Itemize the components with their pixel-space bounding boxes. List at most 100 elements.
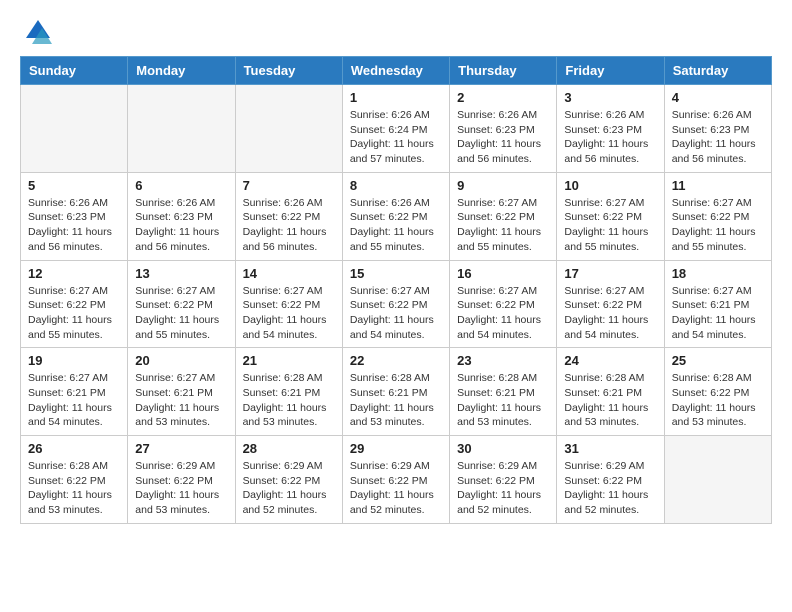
calendar-cell: 26 Sunrise: 6:28 AM Sunset: 6:22 PM Dayli… <box>21 436 128 524</box>
day-info: Sunrise: 6:27 AM Sunset: 6:21 PM Dayligh… <box>135 371 227 430</box>
calendar-cell: 20 Sunrise: 6:27 AM Sunset: 6:21 PM Dayli… <box>128 348 235 436</box>
day-number: 24 <box>564 353 656 368</box>
calendar-cell: 3 Sunrise: 6:26 AM Sunset: 6:23 PM Daylig… <box>557 85 664 173</box>
calendar-cell: 23 Sunrise: 6:28 AM Sunset: 6:21 PM Dayli… <box>450 348 557 436</box>
day-number: 14 <box>243 266 335 281</box>
day-number: 11 <box>672 178 764 193</box>
day-info: Sunrise: 6:28 AM Sunset: 6:22 PM Dayligh… <box>672 371 764 430</box>
day-info: Sunrise: 6:26 AM Sunset: 6:23 PM Dayligh… <box>672 108 764 167</box>
calendar-cell <box>128 85 235 173</box>
day-info: Sunrise: 6:27 AM Sunset: 6:21 PM Dayligh… <box>28 371 120 430</box>
day-info: Sunrise: 6:27 AM Sunset: 6:21 PM Dayligh… <box>672 284 764 343</box>
calendar-cell <box>664 436 771 524</box>
calendar-cell: 15Sunrise: 6:27 AM Sunset: 6:22 PM Dayli… <box>342 260 449 348</box>
day-info: Sunrise: 6:27 AM Sunset: 6:22 PM Dayligh… <box>350 284 442 343</box>
calendar-cell: 11 Sunrise: 6:27 AM Sunset: 6:22 PM Dayli… <box>664 172 771 260</box>
calendar-cell <box>235 85 342 173</box>
day-number: 17 <box>564 266 656 281</box>
calendar-cell: 17 Sunrise: 6:27 AM Sunset: 6:22 PM Dayli… <box>557 260 664 348</box>
day-info: Sunrise: 6:28 AM Sunset: 6:21 PM Dayligh… <box>457 371 549 430</box>
day-number: 28 <box>243 441 335 456</box>
day-info: Sunrise: 6:26 AM Sunset: 6:23 PM Dayligh… <box>28 196 120 255</box>
day-info: Sunrise: 6:28 AM Sunset: 6:21 PM Dayligh… <box>350 371 442 430</box>
calendar-cell: 10 Sunrise: 6:27 AM Sunset: 6:22 PM Dayli… <box>557 172 664 260</box>
calendar-cell: 21 Sunrise: 6:28 AM Sunset: 6:21 PM Dayli… <box>235 348 342 436</box>
day-number: 6 <box>135 178 227 193</box>
day-info: Sunrise: 6:29 AM Sunset: 6:22 PM Dayligh… <box>457 459 549 518</box>
calendar-day-header: Friday <box>557 57 664 85</box>
calendar-day-header: Wednesday <box>342 57 449 85</box>
calendar-day-header: Saturday <box>664 57 771 85</box>
day-info: Sunrise: 6:27 AM Sunset: 6:22 PM Dayligh… <box>564 284 656 343</box>
calendar-cell: 22 Sunrise: 6:28 AM Sunset: 6:21 PM Dayli… <box>342 348 449 436</box>
day-info: Sunrise: 6:29 AM Sunset: 6:22 PM Dayligh… <box>350 459 442 518</box>
calendar-cell: 24 Sunrise: 6:28 AM Sunset: 6:21 PM Dayli… <box>557 348 664 436</box>
logo-icon <box>24 18 52 46</box>
day-number: 5 <box>28 178 120 193</box>
page-header <box>0 0 792 56</box>
calendar-table: SundayMondayTuesdayWednesdayThursdayFrid… <box>20 56 772 524</box>
calendar-cell: 8 Sunrise: 6:26 AM Sunset: 6:22 PM Daylig… <box>342 172 449 260</box>
day-number: 3 <box>564 90 656 105</box>
day-info: Sunrise: 6:27 AM Sunset: 6:22 PM Dayligh… <box>457 284 549 343</box>
day-info: Sunrise: 6:26 AM Sunset: 6:22 PM Dayligh… <box>350 196 442 255</box>
day-number: 30 <box>457 441 549 456</box>
day-info: Sunrise: 6:27 AM Sunset: 6:22 PM Dayligh… <box>564 196 656 255</box>
calendar-day-header: Thursday <box>450 57 557 85</box>
day-info: Sunrise: 6:27 AM Sunset: 6:22 PM Dayligh… <box>28 284 120 343</box>
day-number: 20 <box>135 353 227 368</box>
calendar-cell: 4 Sunrise: 6:26 AM Sunset: 6:23 PM Daylig… <box>664 85 771 173</box>
day-info: Sunrise: 6:27 AM Sunset: 6:22 PM Dayligh… <box>135 284 227 343</box>
day-info: Sunrise: 6:28 AM Sunset: 6:22 PM Dayligh… <box>28 459 120 518</box>
calendar-cell: 19 Sunrise: 6:27 AM Sunset: 6:21 PM Dayli… <box>21 348 128 436</box>
week-row: 19 Sunrise: 6:27 AM Sunset: 6:21 PM Dayli… <box>21 348 772 436</box>
calendar-cell: 18 Sunrise: 6:27 AM Sunset: 6:21 PM Dayli… <box>664 260 771 348</box>
calendar-cell: 27Sunrise: 6:29 AM Sunset: 6:22 PM Dayli… <box>128 436 235 524</box>
week-row: 5 Sunrise: 6:26 AM Sunset: 6:23 PM Daylig… <box>21 172 772 260</box>
day-info: Sunrise: 6:27 AM Sunset: 6:22 PM Dayligh… <box>672 196 764 255</box>
week-row: 12 Sunrise: 6:27 AM Sunset: 6:22 PM Dayli… <box>21 260 772 348</box>
day-number: 26 <box>28 441 120 456</box>
calendar-cell: 12 Sunrise: 6:27 AM Sunset: 6:22 PM Dayli… <box>21 260 128 348</box>
day-number: 16 <box>457 266 549 281</box>
day-info: Sunrise: 6:26 AM Sunset: 6:23 PM Dayligh… <box>564 108 656 167</box>
calendar-cell: 16 Sunrise: 6:27 AM Sunset: 6:22 PM Dayli… <box>450 260 557 348</box>
day-info: Sunrise: 6:26 AM Sunset: 6:23 PM Dayligh… <box>457 108 549 167</box>
calendar-cell: 30 Sunrise: 6:29 AM Sunset: 6:22 PM Dayli… <box>450 436 557 524</box>
calendar-cell: 13 Sunrise: 6:27 AM Sunset: 6:22 PM Dayli… <box>128 260 235 348</box>
day-number: 1 <box>350 90 442 105</box>
day-number: 23 <box>457 353 549 368</box>
day-info: Sunrise: 6:29 AM Sunset: 6:22 PM Dayligh… <box>135 459 227 518</box>
day-number: 22 <box>350 353 442 368</box>
week-row: 26 Sunrise: 6:28 AM Sunset: 6:22 PM Dayli… <box>21 436 772 524</box>
day-info: Sunrise: 6:26 AM Sunset: 6:22 PM Dayligh… <box>243 196 335 255</box>
day-number: 13 <box>135 266 227 281</box>
day-number: 29 <box>350 441 442 456</box>
calendar-cell: 6Sunrise: 6:26 AM Sunset: 6:23 PM Daylig… <box>128 172 235 260</box>
day-info: Sunrise: 6:29 AM Sunset: 6:22 PM Dayligh… <box>564 459 656 518</box>
calendar-day-header: Monday <box>128 57 235 85</box>
day-number: 8 <box>350 178 442 193</box>
calendar-cell: 2 Sunrise: 6:26 AM Sunset: 6:23 PM Daylig… <box>450 85 557 173</box>
day-info: Sunrise: 6:26 AM Sunset: 6:24 PM Dayligh… <box>350 108 442 167</box>
day-number: 2 <box>457 90 549 105</box>
day-number: 19 <box>28 353 120 368</box>
day-info: Sunrise: 6:28 AM Sunset: 6:21 PM Dayligh… <box>243 371 335 430</box>
calendar-cell: 31 Sunrise: 6:29 AM Sunset: 6:22 PM Dayli… <box>557 436 664 524</box>
day-number: 25 <box>672 353 764 368</box>
calendar-day-header: Tuesday <box>235 57 342 85</box>
day-number: 18 <box>672 266 764 281</box>
day-info: Sunrise: 6:27 AM Sunset: 6:22 PM Dayligh… <box>457 196 549 255</box>
calendar-cell <box>21 85 128 173</box>
calendar-wrapper: SundayMondayTuesdayWednesdayThursdayFrid… <box>0 56 792 534</box>
day-number: 4 <box>672 90 764 105</box>
day-number: 9 <box>457 178 549 193</box>
day-number: 31 <box>564 441 656 456</box>
day-number: 21 <box>243 353 335 368</box>
calendar-cell: 7Sunrise: 6:26 AM Sunset: 6:22 PM Daylig… <box>235 172 342 260</box>
day-number: 12 <box>28 266 120 281</box>
calendar-day-header: Sunday <box>21 57 128 85</box>
calendar-cell: 25 Sunrise: 6:28 AM Sunset: 6:22 PM Dayli… <box>664 348 771 436</box>
day-info: Sunrise: 6:28 AM Sunset: 6:21 PM Dayligh… <box>564 371 656 430</box>
day-number: 10 <box>564 178 656 193</box>
